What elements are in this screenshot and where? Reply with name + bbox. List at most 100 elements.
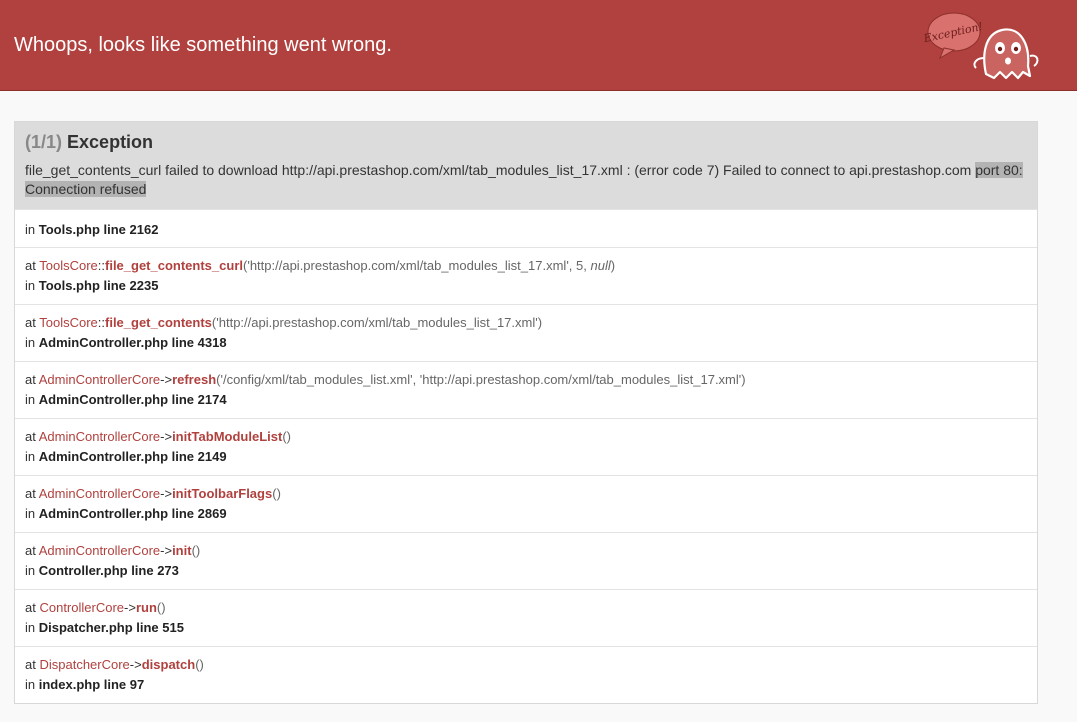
trace-location: in AdminController.php line 2869 — [25, 504, 1027, 524]
exception-summary: (1/1) Exception file_get_contents_curl f… — [15, 122, 1037, 209]
trace-arguments: () — [282, 429, 291, 444]
trace-file-wrap: Tools.php line 2235 — [39, 278, 159, 293]
trace-arguments: () — [272, 486, 281, 501]
trace-arguments: () — [195, 657, 204, 672]
trace-file[interactable]: AdminController.php line 4318 — [39, 335, 227, 350]
trace-arguments: ('http://api.prestashop.com/xml/tab_modu… — [212, 315, 542, 330]
trace-arguments: () — [157, 600, 166, 615]
ghost-icon: Exception! — [922, 12, 1039, 80]
trace-origin-location: in Tools.php line 2162 — [25, 222, 158, 237]
trace-separator: -> — [129, 657, 142, 672]
trace-close-paren: ) — [537, 315, 543, 330]
trace-close-paren: ) — [286, 429, 291, 444]
trace-file[interactable]: Tools.php line 2235 — [39, 278, 159, 293]
trace-separator: -> — [124, 600, 136, 615]
trace-function[interactable]: init — [172, 543, 192, 558]
trace-class[interactable]: AdminControllerCore — [39, 543, 160, 558]
trace-function[interactable]: initTabModuleList — [172, 429, 282, 444]
trace-row: at DispatcherCore->dispatch() in index.ph… — [15, 646, 1037, 703]
trace-function[interactable]: dispatch — [142, 657, 195, 672]
trace-row: at AdminControllerCore->refresh('/config… — [15, 361, 1037, 418]
error-header: Whoops, looks like something went wrong.… — [0, 0, 1077, 91]
trace-row: at AdminControllerCore->initToolbarFlags… — [15, 475, 1037, 532]
trace-file-wrap: AdminController.php line 2869 — [39, 506, 227, 521]
trace-function[interactable]: refresh — [172, 372, 216, 387]
trace-location: in Tools.php line 2235 — [25, 276, 1027, 296]
trace-close-paren: ) — [161, 600, 166, 615]
trace-in-label: in — [25, 506, 36, 521]
trace-class[interactable]: DispatcherCore — [39, 657, 129, 672]
trace-in-label: in — [25, 222, 36, 237]
trace-location: in AdminController.php line 4318 — [25, 333, 1027, 353]
trace-close-paren: ) — [199, 657, 204, 672]
trace-file[interactable]: Dispatcher.php line 515 — [39, 620, 184, 635]
trace-class[interactable]: AdminControllerCore — [39, 486, 160, 501]
trace-file: Tools.php line 2162 — [38, 222, 159, 237]
trace-location: in AdminController.php line 2174 — [25, 390, 1027, 410]
trace-close-paren: ) — [276, 486, 281, 501]
trace-separator: :: — [97, 258, 105, 273]
trace-call: at AdminControllerCore->refresh('/config… — [25, 370, 1027, 390]
trace-function[interactable]: file_get_contents_curl — [105, 258, 243, 273]
trace-file[interactable]: Controller.php line 273 — [39, 563, 179, 578]
trace-file[interactable]: AdminController.php line 2174 — [39, 392, 227, 407]
trace-args-italic-wrap: null — [590, 258, 610, 273]
trace-call: at AdminControllerCore->init() — [25, 541, 1027, 561]
trace-row: at AdminControllerCore->initTabModuleLis… — [15, 418, 1037, 475]
trace-separator: -> — [160, 372, 173, 387]
trace-row: at ControllerCore->run() in Dispatcher.ph… — [15, 589, 1037, 646]
trace-call: at ToolsCore::file_get_contents_curl('ht… — [25, 256, 1027, 276]
exception-panel: (1/1) Exception file_get_contents_curl f… — [14, 121, 1038, 704]
trace-args: '/config/xml/tab_modules_list.xml', 'htt… — [220, 372, 742, 387]
exception-message-text: file_get_contents_curl failed to downloa… — [25, 162, 976, 178]
trace-file[interactable]: AdminController.php line 2869 — [39, 506, 227, 521]
trace-class[interactable]: AdminControllerCore — [39, 372, 160, 387]
trace-call: at AdminControllerCore->initToolbarFlags… — [25, 484, 1027, 504]
trace-close-paren: ) — [610, 258, 616, 273]
exception-title: (1/1) Exception — [25, 131, 1027, 153]
trace-function[interactable]: initToolbarFlags — [172, 486, 272, 501]
trace-file-wrap: Dispatcher.php line 515 — [39, 620, 184, 635]
trace-file[interactable]: AdminController.php line 2149 — [39, 449, 227, 464]
trace-origin: in Tools.php line 2162 — [15, 209, 1037, 247]
exception-message[interactable]: file_get_contents_curl failed to downloa… — [25, 161, 1027, 199]
trace-at-label: at — [25, 315, 36, 330]
trace-call: at DispatcherCore->dispatch() — [25, 655, 1027, 675]
trace-in-label: in — [25, 620, 36, 635]
page-title: Whoops, looks like something went wrong. — [14, 34, 392, 56]
trace-separator: :: — [97, 315, 105, 330]
trace-call: at ToolsCore::file_get_contents('http://… — [25, 313, 1027, 333]
exception-message-selected-1: port 80: — [975, 162, 1023, 178]
trace-arguments: ('http://api.prestashop.com/xml/tab_modu… — [243, 258, 615, 273]
trace-row: at ToolsCore::file_get_contents_curl('ht… — [15, 247, 1037, 304]
exception-message-selected-2: Connection refused — [25, 181, 147, 197]
trace-at-label: at — [25, 486, 36, 501]
trace-at-label: at — [25, 429, 36, 444]
trace-class[interactable]: ToolsCore — [39, 258, 98, 273]
trace-separator: -> — [160, 486, 173, 501]
trace-at-label: at — [25, 657, 36, 672]
trace-location: in Dispatcher.php line 515 — [25, 618, 1027, 638]
trace-in-label: in — [25, 563, 36, 578]
trace-location: in AdminController.php line 2149 — [25, 447, 1027, 467]
trace-close-paren: ) — [195, 543, 201, 558]
trace-separator: -> — [160, 429, 173, 444]
trace-file[interactable]: index.php line 97 — [39, 677, 144, 692]
trace-function[interactable]: run — [136, 600, 157, 615]
trace-arguments: () — [192, 543, 201, 558]
trace-file-wrap: AdminController.php line 2174 — [39, 392, 227, 407]
trace-in-label: in — [25, 392, 36, 407]
trace-at-label: at — [25, 600, 36, 615]
trace-close-paren: ) — [741, 372, 746, 387]
trace-in-label: in — [25, 335, 36, 350]
trace-row: at AdminControllerCore->init() in Control… — [15, 532, 1037, 589]
trace-args-italic: null — [590, 258, 611, 273]
trace-at-label: at — [25, 372, 36, 387]
trace-at-label: at — [25, 258, 36, 273]
trace-file-wrap: AdminController.php line 2149 — [39, 449, 227, 464]
trace-function[interactable]: file_get_contents — [105, 315, 212, 330]
trace-class[interactable]: ControllerCore — [39, 600, 124, 615]
trace-class[interactable]: AdminControllerCore — [39, 429, 160, 444]
exception-type: Exception — [67, 132, 154, 152]
trace-class[interactable]: ToolsCore — [39, 315, 98, 330]
